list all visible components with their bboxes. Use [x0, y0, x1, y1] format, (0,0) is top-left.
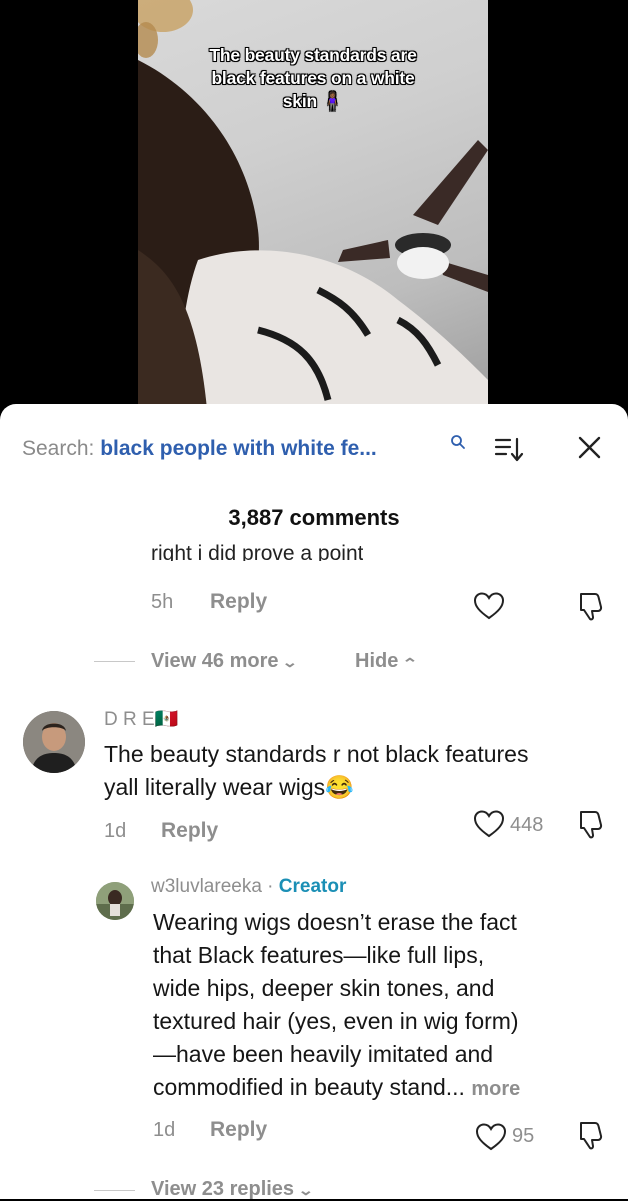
like-count: 95	[512, 1125, 535, 1147]
video-player[interactable]: The beauty standards are black features …	[138, 0, 488, 420]
reply-text-line: commodified in beauty stand...	[153, 1074, 465, 1100]
avatar[interactable]	[23, 711, 85, 773]
reply-time: 5h	[151, 591, 174, 613]
hide-label: Hide	[355, 650, 399, 672]
reply-text-line: that Black features—like full lips,	[153, 942, 485, 968]
thread-divider	[94, 1190, 135, 1191]
comment-text-line: yall literally wear wigs😂	[104, 774, 354, 800]
reply-text-line: —have been heavily imitated and	[153, 1041, 494, 1067]
search-label: Search:	[22, 437, 95, 460]
video-caption: The beauty standards are black features …	[138, 44, 488, 113]
separator: ·	[261, 876, 279, 897]
thread-divider	[94, 661, 135, 662]
reply-button[interactable]: Reply	[161, 819, 218, 843]
comment-text: The beauty standards r not black feature…	[104, 738, 624, 804]
search-icon[interactable]	[450, 434, 466, 450]
heart-icon[interactable]	[475, 1122, 507, 1152]
avatar-image	[96, 882, 134, 920]
view-replies-button[interactable]: View 23 replies ⌄	[151, 1178, 314, 1201]
search-query[interactable]: black people with white fe...	[100, 437, 377, 460]
reply-button[interactable]: Reply	[210, 590, 267, 614]
hide-button[interactable]: Hide ⌄	[355, 650, 418, 673]
caption-line: black features on a white	[211, 68, 415, 88]
reply-text-line: wide hips, deeper skin tones, and	[153, 975, 495, 1001]
close-icon[interactable]	[577, 435, 602, 460]
dislike-icon[interactable]	[577, 809, 605, 839]
avatar-image	[23, 711, 85, 773]
dislike-icon[interactable]	[577, 591, 605, 621]
search-header[interactable]: Search: black people with white fe...	[22, 437, 377, 461]
dislike-icon[interactable]	[577, 1120, 605, 1150]
heart-icon[interactable]	[473, 809, 505, 839]
chevron-up-icon: ⌄	[401, 655, 418, 671]
creator-badge: Creator	[278, 876, 347, 897]
view-more-label: View 46 more	[151, 650, 279, 672]
comments-count: 3,887 comments	[228, 505, 400, 530]
reply-text: right i did prove a point	[151, 542, 364, 561]
sort-icon[interactable]	[494, 435, 524, 463]
chevron-down-icon: ⌄	[297, 1182, 314, 1198]
reply-text: Wearing wigs doesn’t erase the fact that…	[153, 906, 623, 1106]
comment-username[interactable]: D R E🇲🇽	[104, 707, 178, 731]
heart-icon[interactable]	[473, 591, 505, 621]
reply-time: 1d	[153, 1119, 176, 1141]
comment-time: 1d	[104, 820, 127, 842]
avatar[interactable]	[96, 882, 134, 920]
view-more-button[interactable]: View 46 more ⌄	[151, 650, 299, 673]
reply-username-row: w3luvlareeka · Creator	[151, 876, 346, 898]
reply-text-line: Wearing wigs doesn’t erase the fact	[153, 909, 517, 935]
caption-line: skin 🧍🏾‍♀️	[282, 91, 344, 111]
caption-line: The beauty standards are	[209, 45, 417, 65]
comments-sheet: Search: black people with white fe... 3,…	[0, 404, 628, 1201]
reply-button[interactable]: Reply	[210, 1118, 267, 1142]
like-count: 448	[510, 814, 544, 836]
more-link[interactable]: more	[471, 1078, 520, 1100]
comment-text-line: The beauty standards r not black feature…	[104, 741, 529, 767]
reply-username[interactable]: w3luvlareeka	[151, 876, 262, 897]
view-replies-label: View 23 replies	[151, 1178, 295, 1200]
chevron-down-icon: ⌄	[281, 654, 299, 670]
reply-text-line: textured hair (yes, even in wig form)	[153, 1008, 519, 1034]
reply-text-line-last: commodified in beauty stand... more	[153, 1071, 623, 1106]
